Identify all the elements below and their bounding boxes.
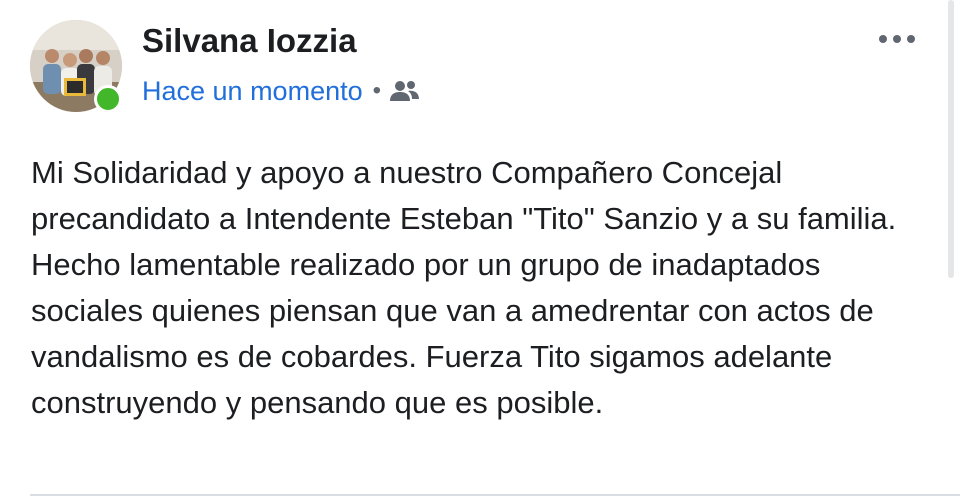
scrollbar[interactable] xyxy=(948,0,954,278)
online-status-indicator xyxy=(94,85,122,113)
author-name[interactable]: Silvana Iozzia xyxy=(142,22,357,60)
facebook-post: Silvana Iozzia Hace un momento • Mi Soli… xyxy=(0,0,960,498)
post-meta: Hace un momento • xyxy=(142,74,421,108)
post-timestamp[interactable]: Hace un momento xyxy=(142,76,363,107)
more-options-icon xyxy=(879,35,915,43)
friends-icon[interactable] xyxy=(389,79,421,103)
post-body-text: Mi Solidaridad y apoyo a nuestro Compañe… xyxy=(31,155,897,420)
post-divider xyxy=(30,494,960,496)
meta-separator: • xyxy=(372,77,382,104)
more-options-button[interactable] xyxy=(872,24,922,54)
